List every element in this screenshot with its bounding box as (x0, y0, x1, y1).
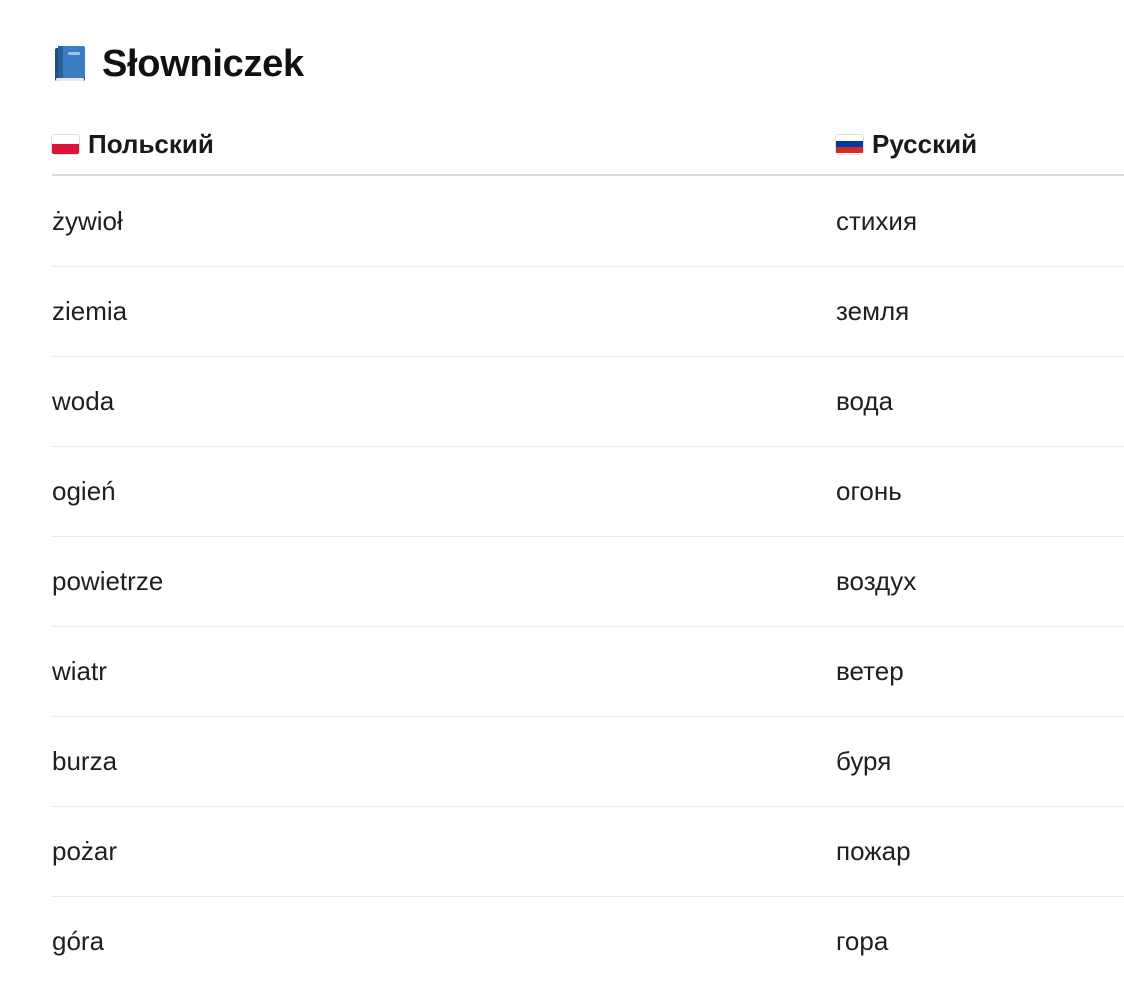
table-row: żywioł стихия (52, 177, 1124, 267)
page-title: Słowniczek (102, 42, 304, 85)
table-row: woda вода (52, 357, 1124, 447)
column-header-polish: Польский (52, 126, 214, 162)
glossary-page: Słowniczek Польский Русский żywioł стихи… (0, 0, 1124, 996)
table-row: ogień огонь (52, 447, 1124, 537)
russian-word: воздух (836, 566, 917, 596)
table-body: żywioł стихия ziemia земля woda вода ogi… (52, 177, 1124, 987)
polish-word: wiatr (52, 656, 107, 686)
polish-word: ziemia (52, 296, 128, 326)
russian-word: буря (836, 746, 892, 776)
russian-word: ветер (836, 656, 904, 686)
column-header-label: Польский (88, 128, 214, 159)
polish-word: góra (52, 926, 105, 956)
table-row: ziemia земля (52, 267, 1124, 357)
russian-word: пожар (836, 836, 911, 866)
russia-flag-icon (836, 134, 863, 154)
poland-flag-icon (52, 134, 79, 154)
table-row: burza буря (52, 717, 1124, 807)
table-row: pożar пожар (52, 807, 1124, 897)
polish-word: burza (52, 746, 118, 776)
table-row: wiatr ветер (52, 627, 1124, 717)
table-row: powietrze воздух (52, 537, 1124, 627)
title-row: Słowniczek (52, 40, 304, 88)
polish-word: powietrze (52, 566, 164, 596)
table-header: Польский Русский (52, 118, 1124, 176)
column-header-label: Русский (872, 128, 978, 159)
polish-word: woda (52, 386, 115, 416)
russian-word: вода (836, 386, 894, 416)
polish-word: pożar (52, 836, 118, 866)
column-header-russian: Русский (836, 126, 977, 162)
russian-word: земля (836, 296, 910, 326)
russian-word: стихия (836, 206, 918, 236)
russian-word: огонь (836, 476, 902, 506)
polish-word: żywioł (52, 206, 123, 236)
table-row: góra гора (52, 897, 1124, 987)
polish-word: ogień (52, 476, 116, 506)
russian-word: гора (836, 926, 889, 956)
blue-book-icon (55, 46, 85, 81)
